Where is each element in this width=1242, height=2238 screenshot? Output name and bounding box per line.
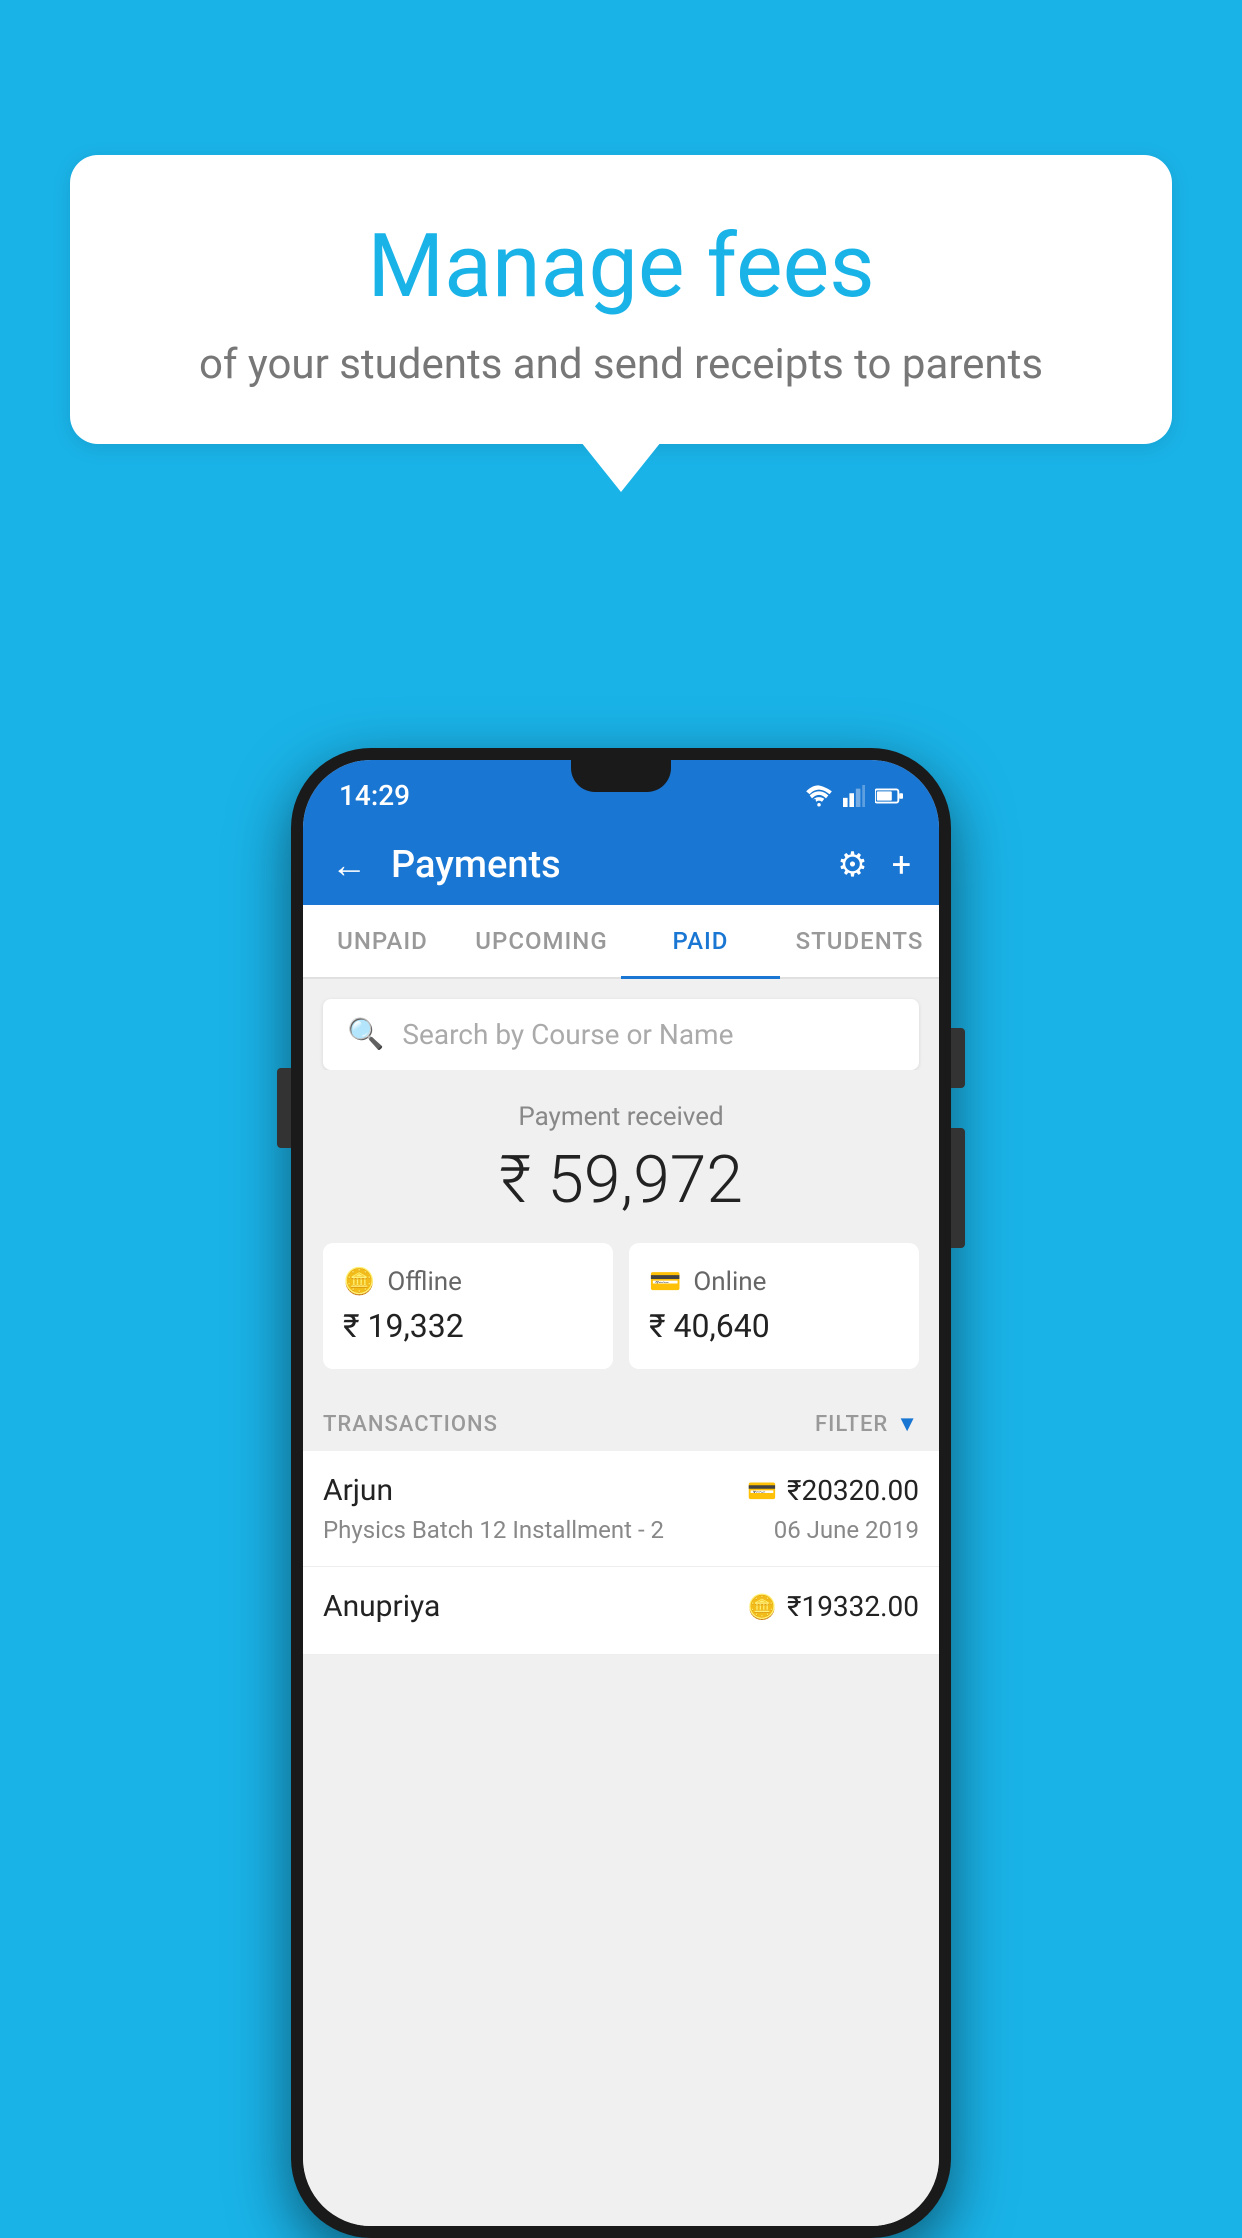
phone-screen: 14:29 — [303, 760, 939, 2226]
online-card-header: 💳 Online — [649, 1267, 899, 1297]
header-title: Payments — [391, 843, 837, 887]
tab-unpaid[interactable]: UNPAID — [303, 905, 462, 977]
content-area: 🔍 Search by Course or Name Payment recei… — [303, 979, 939, 2226]
online-amount: ₹ 40,640 — [649, 1307, 899, 1345]
transaction-row-arjun[interactable]: Arjun 💳 ₹20320.00 Physics Batch 12 Insta… — [303, 1451, 939, 1567]
transaction-top-2: Anupriya 🪙 ₹19332.00 — [323, 1589, 919, 1624]
filter-icon: ▼ — [896, 1411, 919, 1437]
tabs-container: UNPAID UPCOMING PAID STUDENTS — [303, 905, 939, 979]
online-card: 💳 Online ₹ 40,640 — [629, 1243, 919, 1369]
search-icon: 🔍 — [347, 1017, 384, 1052]
offline-label: Offline — [387, 1267, 462, 1297]
payment-summary: Payment received ₹ 59,972 🪙 Offline ₹ 19… — [303, 1070, 939, 1389]
add-button[interactable]: + — [892, 845, 911, 885]
offline-amount: ₹ 19,332 — [343, 1307, 593, 1345]
payment-type-icon-1: 💳 — [747, 1477, 777, 1505]
side-button-power — [951, 1028, 965, 1088]
payment-type-icon-2: 🪙 — [747, 1593, 777, 1621]
search-bar[interactable]: 🔍 Search by Course or Name — [323, 999, 919, 1070]
transaction-amount-2: 🪙 ₹19332.00 — [747, 1590, 919, 1623]
tab-paid[interactable]: PAID — [621, 905, 780, 977]
transaction-name-2: Anupriya — [323, 1589, 440, 1624]
transaction-top-1: Arjun 💳 ₹20320.00 — [323, 1473, 919, 1508]
transactions-header: TRANSACTIONS FILTER ▼ — [303, 1389, 939, 1451]
bubble-subtitle: of your students and send receipts to pa… — [120, 340, 1122, 389]
offline-card: 🪙 Offline ₹ 19,332 — [323, 1243, 613, 1369]
back-button[interactable]: ← — [331, 844, 367, 886]
speech-bubble: Manage fees of your students and send re… — [70, 155, 1172, 444]
offline-card-header: 🪙 Offline — [343, 1267, 593, 1297]
payment-cards: 🪙 Offline ₹ 19,332 💳 Online ₹ 40,640 — [323, 1243, 919, 1369]
online-label: Online — [693, 1267, 766, 1297]
bubble-title: Manage fees — [120, 215, 1122, 318]
filter-button[interactable]: FILTER ▼ — [815, 1411, 919, 1437]
transaction-row-anupriya[interactable]: Anupriya 🪙 ₹19332.00 — [303, 1567, 939, 1655]
tab-students[interactable]: STUDENTS — [780, 905, 939, 977]
side-button-volume — [277, 1068, 291, 1148]
phone-frame: 14:29 — [291, 748, 951, 2238]
signal-icon — [843, 785, 865, 807]
search-placeholder-text: Search by Course or Name — [402, 1018, 733, 1051]
transactions-label: TRANSACTIONS — [323, 1412, 498, 1437]
online-icon: 💳 — [649, 1267, 681, 1297]
wifi-icon — [805, 785, 833, 807]
transaction-amount-1: 💳 ₹20320.00 — [747, 1474, 919, 1507]
transaction-course-1: Physics Batch 12 Installment - 2 — [323, 1516, 664, 1544]
transaction-name-1: Arjun — [323, 1473, 393, 1508]
payment-total-amount: ₹ 59,972 — [323, 1142, 919, 1219]
app-header: ← Payments ⚙ + — [303, 825, 939, 905]
transaction-bottom-1: Physics Batch 12 Installment - 2 06 June… — [323, 1516, 919, 1544]
status-icons — [805, 785, 903, 807]
settings-button[interactable]: ⚙ — [837, 845, 867, 885]
battery-icon — [875, 785, 903, 807]
transaction-date-1: 06 June 2019 — [774, 1516, 919, 1544]
header-actions: ⚙ + — [837, 845, 911, 885]
phone-notch — [571, 760, 671, 792]
payment-received-label: Payment received — [323, 1102, 919, 1132]
side-button-volume-right — [951, 1128, 965, 1248]
offline-icon: 🪙 — [343, 1267, 375, 1297]
status-time: 14:29 — [339, 779, 410, 812]
tab-upcoming[interactable]: UPCOMING — [462, 905, 621, 977]
